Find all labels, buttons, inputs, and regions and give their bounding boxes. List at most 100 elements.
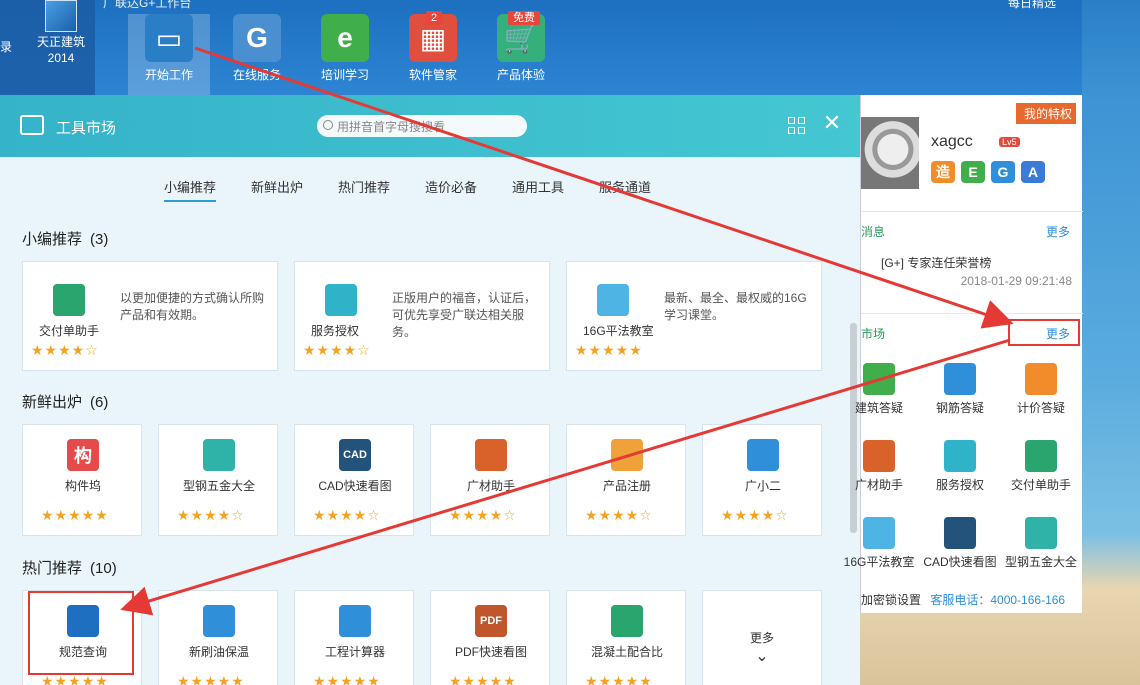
nav-label: 软件管家: [408, 68, 457, 82]
section-count: (3): [90, 231, 109, 248]
desktop-edge-text: 录: [0, 40, 13, 54]
side-tool-item[interactable]: 交付单助手: [1001, 440, 1081, 493]
search-placeholder: 用拼音首字母搜搜看: [337, 120, 446, 134]
rating-stars: ★★★★☆: [449, 507, 517, 523]
globe-g-icon: G: [233, 14, 281, 62]
nav-globe-g[interactable]: G 在线服务: [216, 14, 298, 83]
nav-monitor[interactable]: ▭ 开始工作: [128, 14, 210, 100]
section-title-text: 小编推荐: [22, 231, 83, 248]
side-tool-item[interactable]: 广材助手: [839, 440, 919, 493]
lock-person-icon: [325, 284, 357, 316]
privilege-badge[interactable]: 我的特权: [1015, 103, 1076, 124]
side-tool-label: 型钢五金大全: [1004, 555, 1077, 569]
market-header: 工具市场 用拼音首字母搜搜看 ✕: [0, 95, 860, 157]
rating-stars: ★★★★☆: [721, 507, 789, 523]
tool-name: 型钢五金大全: [182, 479, 255, 493]
message-item[interactable]: [G+] 专家连任荣誉榜: [881, 254, 991, 271]
steel-book-icon: [1025, 517, 1057, 549]
nav-label: 开始工作: [144, 68, 193, 82]
briefcase-icon: [20, 115, 44, 135]
pdf-icon: PDF: [475, 605, 507, 637]
side-tool-item[interactable]: 建筑答疑: [839, 363, 919, 416]
username[interactable]: xagcc: [931, 133, 973, 151]
more-card[interactable]: 更多 ⌄: [702, 590, 822, 685]
tool-card[interactable]: 广小二 ★★★★☆: [702, 424, 822, 536]
side-tool-item[interactable]: 钢筋答疑: [920, 363, 1000, 416]
search-input[interactable]: 用拼音首字母搜搜看: [317, 115, 527, 137]
tool-name: 16G平法教室: [583, 324, 654, 338]
tool-card[interactable]: 型钢五金大全 ★★★★☆: [158, 424, 278, 536]
tool-name: 广材助手: [466, 479, 515, 493]
tool-description: 最新、最全、最权威的16G学习课堂。: [664, 291, 807, 322]
tab-2[interactable]: 热门推荐: [338, 177, 390, 200]
rating-stars: ★★★★☆: [31, 342, 99, 358]
side-tool-item[interactable]: 计价答疑: [1001, 363, 1081, 416]
tab-5[interactable]: 服务通道: [599, 177, 651, 200]
gou-icon: 构: [67, 439, 99, 471]
ie-icon: e: [321, 14, 369, 62]
ruler-icon: [863, 363, 895, 395]
document-check-icon: [1025, 440, 1057, 472]
tool-card[interactable]: 广材助手 ★★★★☆: [430, 424, 550, 536]
side-tool-label: 计价答疑: [1016, 401, 1065, 415]
lock-settings-link[interactable]: 加密锁设置: [861, 593, 921, 607]
steel-book-icon: [203, 439, 235, 471]
divider: [861, 313, 1083, 314]
support-phone: 客服电话：4000-166-166: [930, 593, 1066, 607]
rating-stars: ★★★★★: [41, 507, 109, 523]
section-title: 新鲜出炉 (6): [22, 391, 108, 412]
scrollbar[interactable]: [850, 323, 857, 533]
nav-label: 产品体验: [496, 68, 545, 82]
tab-4[interactable]: 通用工具: [512, 177, 564, 200]
desktop-icon-tangent[interactable]: 天正建筑 2014: [28, 0, 94, 66]
tool-name: 服务授权: [311, 324, 360, 338]
close-icon[interactable]: ✕: [822, 111, 842, 135]
messages-more-link[interactable]: 更多: [1046, 223, 1070, 240]
book-icon: [597, 284, 629, 316]
side-tool-item[interactable]: CAD快速看图: [920, 517, 1000, 570]
tab-1[interactable]: 新鲜出炉: [251, 177, 303, 200]
avatar[interactable]: [861, 117, 919, 189]
cad-icon: [944, 517, 976, 549]
rating-stars: ★★★★☆: [585, 507, 653, 523]
side-tool-label: 交付单助手: [1010, 478, 1071, 492]
rating-stars: ★★★★☆: [177, 507, 245, 523]
tool-card[interactable]: CAD CAD快速看图 ★★★★☆: [294, 424, 414, 536]
lock-person-icon: [944, 440, 976, 472]
tool-card[interactable]: 服务授权 正版用户的福音，认证后，可优先享受广联达相关服务。 ★★★★☆: [294, 261, 550, 371]
nav-apps[interactable]: ▦ 软件管家 2: [392, 11, 474, 83]
daily-picks-link[interactable]: 每日精选: [1008, 0, 1056, 11]
tool-name: 混凝土配合比: [590, 645, 663, 659]
tool-card[interactable]: 交付单助手 以更加便捷的方式确认所购产品和有效期。 ★★★★☆: [22, 261, 278, 371]
side-tool-item[interactable]: 型钢五金大全: [1001, 517, 1081, 570]
monitor-icon: ▭: [145, 14, 193, 62]
tool-description: 以更加便捷的方式确认所购产品和有效期。: [120, 291, 265, 322]
tool-card[interactable]: 新刷油保温 ★★★★★: [158, 590, 278, 685]
tool-card[interactable]: 产品注册 ★★★★☆: [566, 424, 686, 536]
section-count: (6): [90, 394, 109, 411]
nav-ie[interactable]: e 培训学习: [304, 14, 386, 83]
more-label: 更多: [749, 631, 774, 645]
skill-badge-icon: 造: [931, 161, 955, 183]
price-tag-icon: [1025, 363, 1057, 395]
chat-bubble-icon: [944, 363, 976, 395]
tab-0[interactable]: 小编推荐: [164, 177, 217, 202]
side-tool-label: 建筑答疑: [854, 401, 903, 415]
side-tool-item[interactable]: 服务授权: [920, 440, 1000, 493]
side-tool-item[interactable]: 16G平法教室: [839, 517, 919, 570]
grid-view-icon[interactable]: [788, 117, 805, 134]
tool-card[interactable]: 工程计算器 ★★★★★: [294, 590, 414, 685]
tab-3[interactable]: 造价必备: [425, 177, 477, 200]
book-icon: [863, 517, 895, 549]
brick-search-icon: [863, 440, 895, 472]
rating-stars: ★★★★★: [449, 673, 517, 685]
market-title: 工具市场: [56, 120, 117, 137]
tool-card[interactable]: 16G平法教室 最新、最全、最权威的16G学习课堂。 ★★★★★: [566, 261, 822, 371]
nav-basket[interactable]: 🛒 产品体验 免费: [480, 11, 562, 83]
tool-card[interactable]: 构构件坞 ★★★★★: [22, 424, 142, 536]
tool-card[interactable]: PDF PDF快速看图 ★★★★★: [430, 590, 550, 685]
section-title-text: 热门推荐: [22, 560, 83, 577]
tool-card[interactable]: 混凝土配合比 ★★★★★: [566, 590, 686, 685]
tool-name: 新刷油保温: [188, 645, 249, 659]
workbench-header: 广联达G+工作台 每日精选 ▭ 开始工作 G 在线服务 e 培训学习 ▦ 软件管家 2 🛒 产品体验…: [95, 0, 1082, 100]
